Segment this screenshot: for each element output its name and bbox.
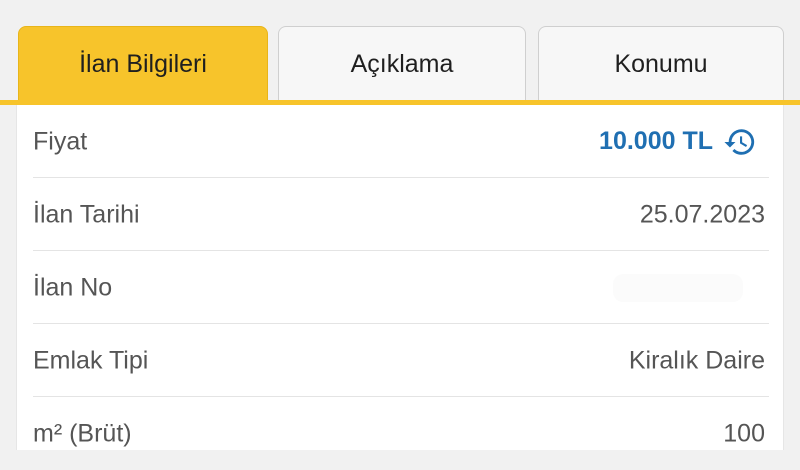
gross-area-row: m² (Brüt) 100: [17, 397, 783, 470]
tab-aciklama[interactable]: Açıklama: [278, 26, 526, 102]
gross-area-label: m² (Brüt): [33, 419, 132, 447]
tab-konumu[interactable]: Konumu: [538, 26, 784, 102]
listing-details-panel: Fiyat 10.000 TL İlan Tarihi 25.07.2023 İ…: [16, 105, 784, 450]
tab-aciklama-label: Açıklama: [350, 50, 454, 78]
property-type-row: Emlak Tipi Kiralık Daire: [17, 324, 783, 397]
price-label: Fiyat: [33, 127, 88, 155]
property-type-label: Emlak Tipi: [33, 346, 149, 374]
tab-konumu-label: Konumu: [614, 50, 708, 78]
history-icon[interactable]: [723, 125, 757, 159]
property-type-value: Kiralık Daire: [628, 346, 765, 374]
listing-no-row: İlan No: [17, 251, 783, 324]
listing-no-label: İlan No: [33, 273, 113, 301]
price-row: Fiyat 10.000 TL: [17, 105, 783, 178]
date-value: 25.07.2023: [639, 200, 765, 228]
date-row: İlan Tarihi 25.07.2023: [17, 178, 783, 251]
gross-area-value: 100: [723, 419, 765, 447]
date-label: İlan Tarihi: [33, 200, 140, 228]
tab-ilan-bilgileri[interactable]: İlan Bilgileri: [18, 26, 268, 102]
tab-bar: İlan Bilgileri Açıklama Konumu: [0, 26, 800, 102]
listing-no-value-redacted: [613, 273, 743, 302]
price-value-group: 10.000 TL: [599, 125, 757, 159]
tab-ilan-bilgileri-label: İlan Bilgileri: [79, 49, 207, 78]
price-value: 10.000 TL: [599, 127, 713, 155]
